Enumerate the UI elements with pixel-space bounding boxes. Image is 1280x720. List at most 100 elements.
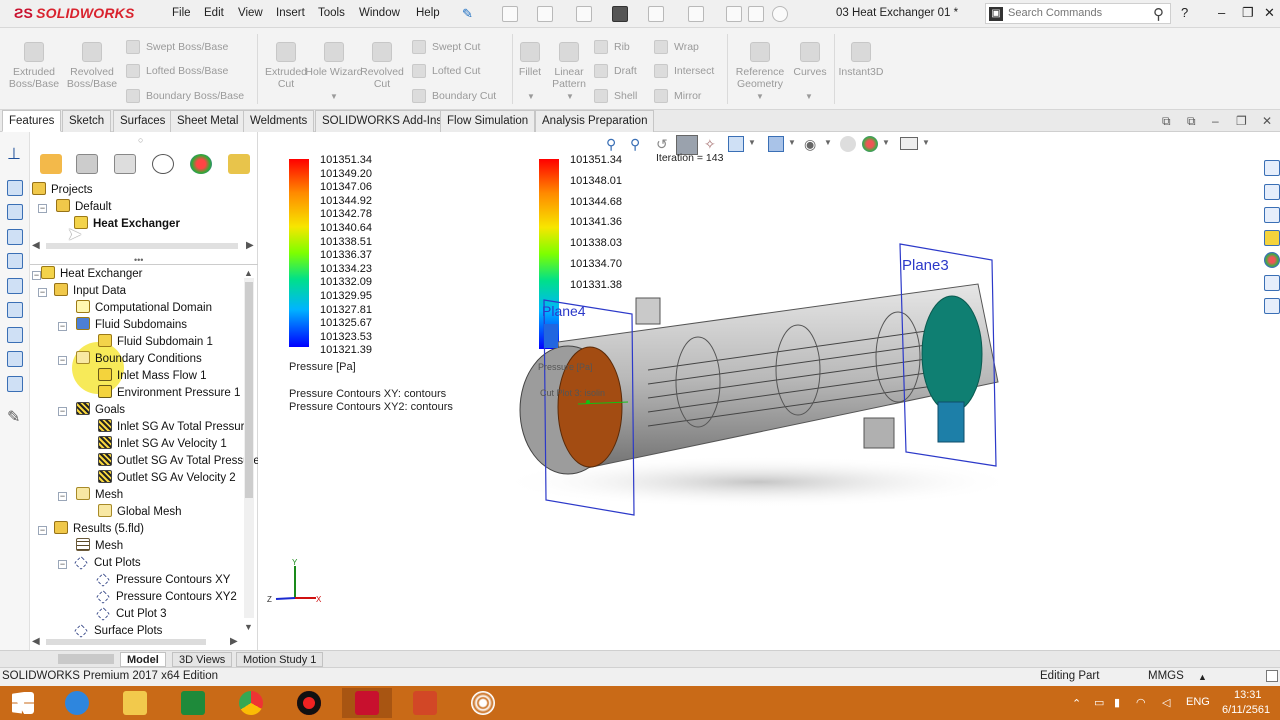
tab-analysis-preparation[interactable]: Analysis Preparation <box>535 110 655 132</box>
boundary-condition-icon[interactable] <box>7 229 23 245</box>
tab-addins[interactable]: SOLIDWORKS Add-Ins <box>315 110 450 132</box>
display-style-icon[interactable] <box>768 136 784 152</box>
menu-view[interactable]: View <box>238 7 263 19</box>
expander-default[interactable]: − <box>38 204 47 213</box>
clock-time[interactable]: 13:31 <box>1234 689 1262 701</box>
property-manager-tab-icon[interactable] <box>76 154 98 174</box>
tree-cut-plot-xy2[interactable]: Pressure Contours XY2 <box>95 589 237 606</box>
expander-cut-plots[interactable]: − <box>58 560 67 569</box>
tray-network-icon[interactable]: ▮ <box>1114 696 1120 709</box>
edit-appearance-icon[interactable] <box>840 136 856 152</box>
rib-button[interactable]: Rib <box>594 40 630 54</box>
tree-results[interactable]: Results (5.fld) <box>54 521 144 538</box>
tray-action-icon[interactable]: ▭ <box>1094 696 1104 709</box>
heat-exchanger-model[interactable]: Plane4 Pressure [Pa] Cut Plot 3: isolin … <box>508 232 1028 532</box>
custom-properties-icon[interactable] <box>1264 275 1280 291</box>
view-settings-dropdown-icon[interactable]: ▼ <box>922 138 930 147</box>
apply-scene-icon[interactable] <box>862 136 878 152</box>
swept-cut-button[interactable]: Swept Cut <box>412 40 480 54</box>
revolved-cut-button[interactable]: Revolved Cut <box>352 42 412 90</box>
feature-manager-tab-icon[interactable] <box>40 154 62 174</box>
doc-minimize-icon[interactable]: – <box>1212 114 1219 128</box>
forum-icon[interactable] <box>1264 298 1280 314</box>
revolved-boss-button[interactable]: Revolved Boss/Base <box>62 42 122 90</box>
rebuild-icon[interactable] <box>726 6 742 22</box>
tree-cut-plots[interactable]: Cut Plots <box>73 555 141 572</box>
tree-hscroll[interactable] <box>46 639 206 645</box>
lofted-boss-button[interactable]: Lofted Boss/Base <box>126 64 228 78</box>
open-icon[interactable] <box>537 6 553 22</box>
status-icon[interactable] <box>1266 670 1278 682</box>
axis-icon[interactable]: ⊥ <box>7 147 23 164</box>
linear-pattern-button[interactable]: Linear Pattern <box>539 42 599 90</box>
tree-fluid-subdomains[interactable]: Fluid Subdomains <box>76 317 187 334</box>
view-orientation-icon[interactable] <box>728 136 744 152</box>
help-icon[interactable]: ? <box>1181 5 1188 20</box>
lofted-cut-button[interactable]: Lofted Cut <box>412 64 480 78</box>
search-type-icon[interactable]: ▣ <box>989 7 1003 21</box>
run-icon[interactable] <box>7 302 23 318</box>
taskbar-ie[interactable] <box>52 688 102 718</box>
doc-close-icon[interactable]: ✕ <box>1262 114 1272 128</box>
probe-tool-icon[interactable]: ✎ <box>7 407 23 426</box>
units-selector[interactable]: MMGS <box>1148 670 1184 682</box>
solidworks-logo[interactable]: ƧS SOLIDWORKS <box>14 5 135 21</box>
extruded-boss-button[interactable]: Extruded Boss/Base <box>4 42 64 90</box>
display-style-dropdown-icon[interactable]: ▼ <box>788 138 796 147</box>
tab-weldments[interactable]: Weldments <box>243 110 315 132</box>
minimize-button[interactable]: – <box>1218 5 1225 20</box>
design-library-icon[interactable] <box>1264 184 1280 200</box>
tab-flow-simulation[interactable]: Flow Simulation <box>440 110 536 132</box>
dimxpert-tab-icon[interactable] <box>152 154 174 174</box>
tree-goals[interactable]: Goals <box>76 402 125 419</box>
previous-view-icon[interactable]: ↺ <box>656 136 668 153</box>
undo-icon[interactable] <box>648 6 664 22</box>
display-manager-tab-icon[interactable] <box>190 154 212 174</box>
computational-domain-icon[interactable] <box>7 204 23 220</box>
tab-sketch[interactable]: Sketch <box>62 110 112 132</box>
linear-pattern-dropdown-icon[interactable]: ▼ <box>566 92 574 101</box>
tree-computational-domain[interactable]: Computational Domain <box>76 300 212 317</box>
expander-goals[interactable]: − <box>58 407 67 416</box>
view-next-icon[interactable]: ⧉ <box>1187 114 1196 129</box>
wrap-button[interactable]: Wrap <box>654 40 699 54</box>
taskbar-recorder[interactable] <box>284 688 334 718</box>
boundary-boss-button[interactable]: Boundary Boss/Base <box>126 89 244 103</box>
tree-root-heat-exchanger[interactable]: Heat Exchanger <box>34 266 142 283</box>
zoom-to-fit-icon[interactable]: ⚲ <box>606 136 616 153</box>
file-properties-icon[interactable] <box>748 6 764 22</box>
restore-button[interactable]: ❐ <box>1242 5 1254 21</box>
taskbar-explorer[interactable] <box>110 688 160 718</box>
expander-boundary-conditions[interactable]: − <box>58 356 67 365</box>
dynamic-annotation-icon[interactable]: ✧ <box>704 136 716 153</box>
menu-tools[interactable]: Tools <box>318 7 345 19</box>
expander-fluid-subdomains[interactable]: − <box>58 322 67 331</box>
taskbar-excel[interactable] <box>168 688 218 718</box>
panel-handle-icon[interactable]: ○ <box>138 135 143 145</box>
tree-projects[interactable]: Projects <box>32 182 93 199</box>
intersect-button[interactable]: Intersect <box>654 64 714 78</box>
surface-plot-icon[interactable] <box>7 376 23 392</box>
taskbar-chrome[interactable] <box>226 688 276 718</box>
file-explorer-icon[interactable] <box>1264 207 1280 223</box>
tab-motion-study[interactable]: Motion Study 1 <box>236 652 324 667</box>
tree-input-data[interactable]: Input Data <box>54 283 126 300</box>
general-settings-icon[interactable] <box>7 180 23 196</box>
curves-dropdown-icon[interactable]: ▼ <box>805 92 813 101</box>
hide-show-dropdown-icon[interactable]: ▼ <box>824 138 832 147</box>
tree-cut-plot-xy[interactable]: Pressure Contours XY <box>95 572 230 589</box>
search-icon[interactable]: ⚲ <box>1153 5 1164 23</box>
flow-analysis-tab-icon[interactable] <box>228 154 250 174</box>
tree-results-mesh[interactable]: Mesh <box>76 538 123 555</box>
results-icon[interactable] <box>7 327 23 343</box>
zoom-to-area-icon[interactable]: ⚲ <box>630 136 640 153</box>
tree-boundary-conditions[interactable]: Boundary Conditions <box>76 351 202 368</box>
menu-window[interactable]: Window <box>359 7 400 19</box>
hole-wizard-dropdown-icon[interactable]: ▼ <box>330 92 338 101</box>
select-icon[interactable] <box>688 6 704 22</box>
view-settings-icon[interactable] <box>900 137 918 150</box>
print-icon[interactable] <box>612 6 628 22</box>
taskbar-solidworks[interactable] <box>342 688 392 718</box>
mesh-icon[interactable] <box>7 278 23 294</box>
shell-button[interactable]: Shell <box>594 89 637 103</box>
